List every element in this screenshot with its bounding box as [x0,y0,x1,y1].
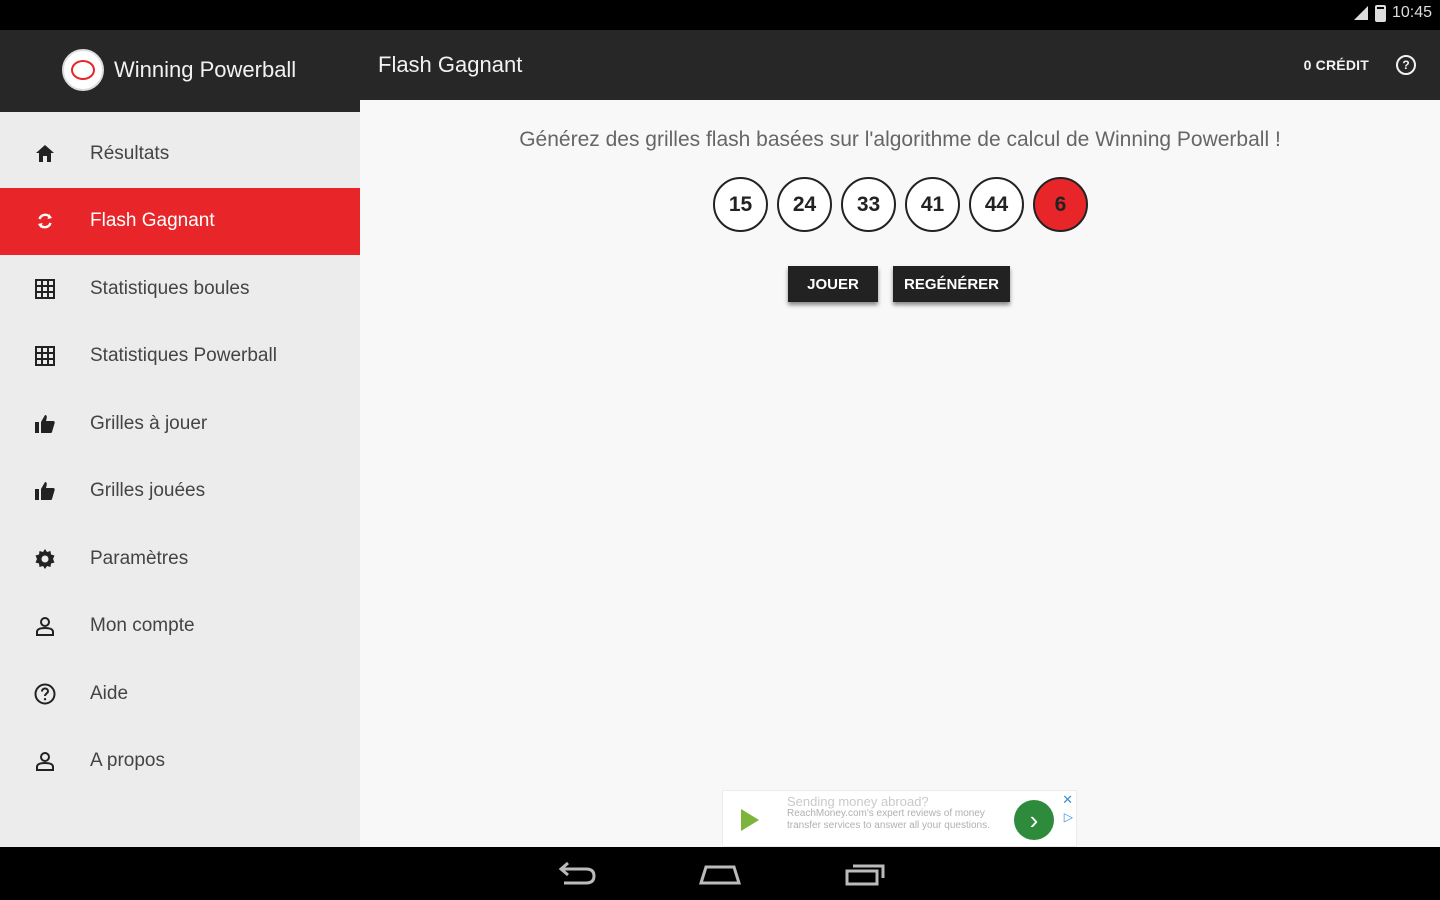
sidebar-item-statistiques-powerball[interactable]: Statistiques Powerball [0,323,360,391]
status-bar: 10:45 [0,0,1440,30]
app-logo-icon [62,49,104,91]
back-icon[interactable] [552,859,602,889]
close-icon[interactable]: ✕ [1062,792,1073,808]
ad-body: ReachMoney.com's expert reviews of money… [787,808,990,831]
sidebar-item-mon-compte[interactable]: Mon compte [0,593,360,661]
number-ball: 41 [905,177,960,232]
sidebar-item-label: Mon compte [90,615,195,637]
clock: 10:45 [1391,4,1432,21]
page-title: Flash Gagnant [378,52,523,77]
powerball-ball: 6 [1033,177,1088,232]
thumbs-up-icon [0,479,90,503]
brand: Winning Powerball [62,49,296,91]
grid-icon [0,344,90,368]
number-balls: 15 24 33 41 44 6 [713,177,1088,232]
ad-headline: Sending money abroad? [787,794,929,809]
home-icon [0,142,90,166]
sidebar-item-a-propos[interactable]: A propos [0,728,360,796]
sidebar-item-label: Résultats [90,142,170,164]
action-buttons: JOUER REGÉNÉRER [788,266,1010,302]
app-bar: Winning Powerball Flash Gagnant 0 CRÉDIT… [0,30,1440,100]
number-ball: 33 [841,177,896,232]
sidebar-item-grilles-a-jouer[interactable]: Grilles à jouer [0,390,360,458]
sidebar-item-resultats[interactable]: Résultats [0,120,360,188]
number-ball: 24 [777,177,832,232]
system-nav-bar [0,847,1440,900]
home-icon[interactable] [695,859,745,889]
thumbs-up-icon [0,412,90,436]
sidebar-item-label: Flash Gagnant [90,210,215,232]
number-ball: 44 [969,177,1024,232]
page-subtitle: Générez des grilles flash basées sur l'a… [519,128,1281,151]
sidebar-item-aide[interactable]: Aide [0,660,360,728]
credit-button[interactable]: 0 CRÉDIT [1304,57,1369,73]
person-icon [0,749,90,773]
number-ball: 15 [713,177,768,232]
status-icons: 10:45 [1353,4,1432,22]
grid-icon [0,277,90,301]
gear-icon [0,547,90,571]
sidebar-item-grilles-jouees[interactable]: Grilles jouées [0,458,360,526]
battery-icon [1374,4,1386,22]
regenerate-button[interactable]: REGÉNÉRER [893,266,1010,302]
play-button[interactable]: JOUER [788,266,878,302]
recents-icon[interactable] [840,859,890,889]
sidebar-item-label: Statistiques Powerball [90,345,277,367]
sidebar-item-label: A propos [90,750,165,772]
person-icon [0,614,90,638]
ad-banner[interactable]: Sending money abroad? ReachMoney.com's e… [722,790,1077,847]
sidebar-item-parametres[interactable]: Paramètres [0,525,360,593]
app-name: Winning Powerball [114,57,297,82]
help-circle-icon[interactable]: ? [1396,55,1416,75]
sidebar-item-label: Grilles jouées [90,480,206,502]
sidebar-item-label: Statistiques boules [90,277,250,299]
ad-play-icon [741,809,759,831]
sidebar-item-statistiques-boules[interactable]: Statistiques boules [0,255,360,323]
help-circle-icon [0,682,90,706]
sidebar-item-label: Paramètres [90,547,189,569]
chevron-right-icon[interactable]: › [1014,800,1054,840]
adchoices-icon[interactable]: ▷ [1064,810,1073,824]
sidebar-nav: Résultats Flash Gagnant Statistiques bou… [0,120,360,795]
sidebar-item-label: Aide [90,682,129,704]
sidebar-item-label: Grilles à jouer [90,412,208,434]
main-content: Générez des grilles flash basées sur l'a… [360,100,1440,847]
signal-icon [1353,6,1368,20]
sidebar-header-strip [0,100,360,112]
sidebar-item-flash-gagnant[interactable]: Flash Gagnant [0,187,360,255]
refresh-icon [0,209,90,233]
